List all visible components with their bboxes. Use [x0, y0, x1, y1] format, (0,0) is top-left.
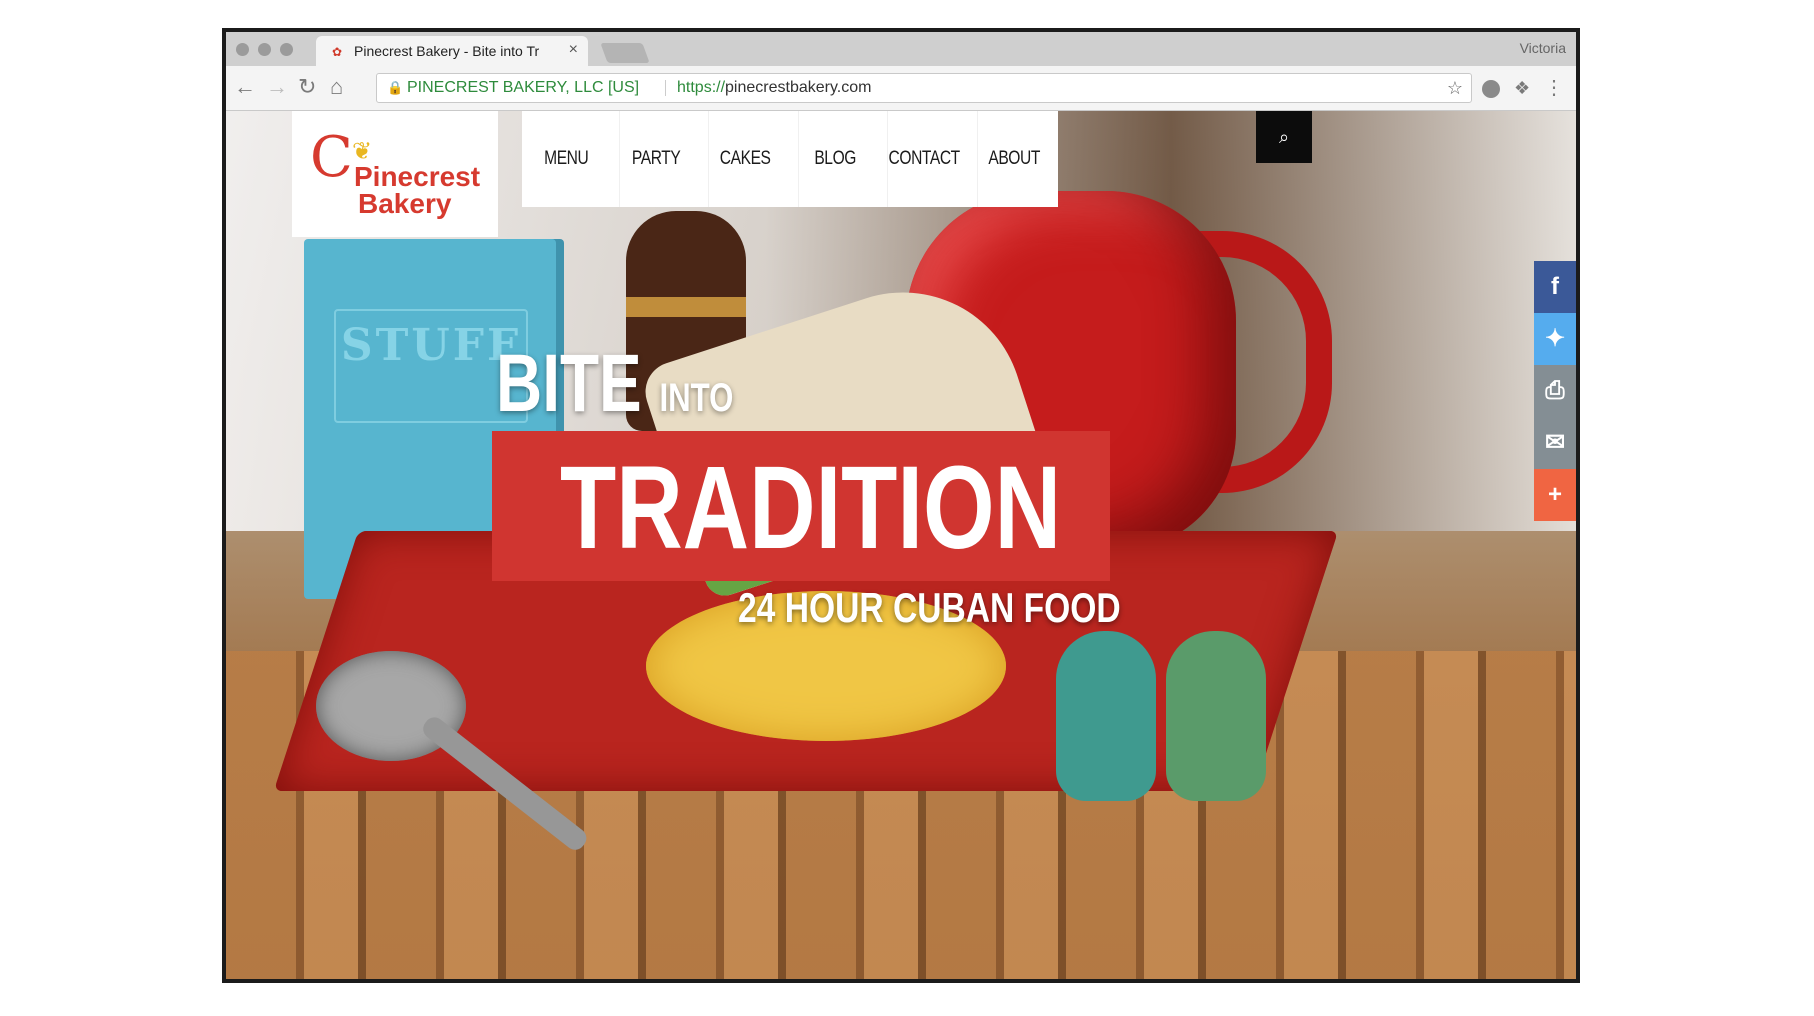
pinecrest-favicon-icon: ✿	[332, 45, 343, 59]
green-pig-figurine	[1166, 631, 1266, 801]
back-icon[interactable]: ←	[234, 74, 256, 100]
browser-tab[interactable]: ✿ Pinecrest Bakery - Bite into Tr ×	[316, 36, 588, 66]
home-icon[interactable]: ⌂	[330, 74, 343, 100]
facebook-share-icon[interactable]: f	[1534, 261, 1576, 313]
close-window-button[interactable]	[236, 43, 249, 56]
browser-window: ✿ Pinecrest Bakery - Bite into Tr × Vict…	[222, 28, 1580, 983]
forward-icon[interactable]: →	[266, 74, 288, 100]
hero-tagline: 24 HOUR CUBAN FOOD	[738, 584, 1121, 631]
bookmark-star-icon[interactable]: ☆	[1447, 74, 1463, 102]
nav-contact[interactable]: CONTACT	[887, 111, 960, 207]
browser-toolbar: ← → ↻ ⌂ 🔒 PINECREST BAKERY, LLC [US] htt…	[226, 66, 1576, 111]
new-tab-button[interactable]	[600, 43, 650, 63]
logo-line-2: Bakery	[358, 188, 452, 219]
search-icon[interactable]: ⌕	[1256, 111, 1312, 163]
extension-icon[interactable]	[1482, 80, 1500, 98]
twitter-share-icon[interactable]: ✦	[1534, 313, 1576, 365]
maximize-window-button[interactable]	[280, 43, 293, 56]
browser-titlebar: ✿ Pinecrest Bakery - Bite into Tr × Vict…	[226, 32, 1576, 66]
logo-text: Pinecrest Bakery	[354, 161, 481, 219]
dropbox-icon[interactable]: ❖	[1514, 78, 1530, 99]
site-logo[interactable]: C ❦ Pinecrest Bakery	[292, 111, 498, 237]
logo-line-1: Pinecrest	[354, 161, 481, 192]
lock-icon: 🔒	[387, 80, 404, 95]
url-protocol: https://	[677, 79, 726, 96]
tab-title: Pinecrest Bakery - Bite into Tr	[354, 43, 540, 59]
url-text: https://pinecrestbakery.com	[677, 74, 871, 102]
close-tab-icon[interactable]: ×	[569, 41, 578, 59]
address-bar[interactable]: 🔒 PINECREST BAKERY, LLC [US] https://pin…	[376, 73, 1472, 103]
hero-banner: TRADITION	[492, 431, 1110, 581]
nav-blog[interactable]: BLOG	[797, 111, 871, 207]
nav-cakes[interactable]: CAKES	[708, 111, 781, 207]
url-host: pinecrestbakery.com	[725, 79, 872, 96]
logo-heart-mark: C	[310, 125, 353, 190]
address-separator	[665, 80, 666, 96]
share-bar: f ✦ ⎙ ✉ +	[1534, 261, 1576, 521]
main-navigation: MENU PARTY CAKES BLOG CONTACT ABOUT	[522, 111, 1058, 207]
reload-icon[interactable]: ↻	[298, 74, 316, 100]
hero-tradition: TRADITION	[559, 442, 1062, 574]
browser-menu-icon[interactable]: ⋮	[1544, 75, 1564, 100]
hero-bite: BITE	[496, 338, 642, 429]
nav-about[interactable]: ABOUT	[976, 111, 1050, 207]
page-viewport: STUFF C ❦ Pinecrest Bakery MENU PARTY CA…	[226, 111, 1576, 979]
profile-name[interactable]: Victoria	[1520, 40, 1566, 56]
email-share-icon[interactable]: ✉	[1534, 417, 1576, 469]
nav-party[interactable]: PARTY	[618, 111, 692, 207]
print-share-icon[interactable]: ⎙	[1534, 365, 1576, 417]
teal-pig-figurine	[1056, 631, 1156, 801]
certificate-label: PINECREST BAKERY, LLC [US]	[407, 79, 640, 96]
pepper-mill-band	[626, 297, 746, 317]
hero-into: INTO	[659, 376, 734, 420]
minimize-window-button[interactable]	[258, 43, 271, 56]
nav-menu[interactable]: MENU	[530, 111, 603, 207]
more-share-icon[interactable]: +	[1534, 469, 1576, 521]
hero-headline: BITE INTO	[496, 343, 733, 439]
